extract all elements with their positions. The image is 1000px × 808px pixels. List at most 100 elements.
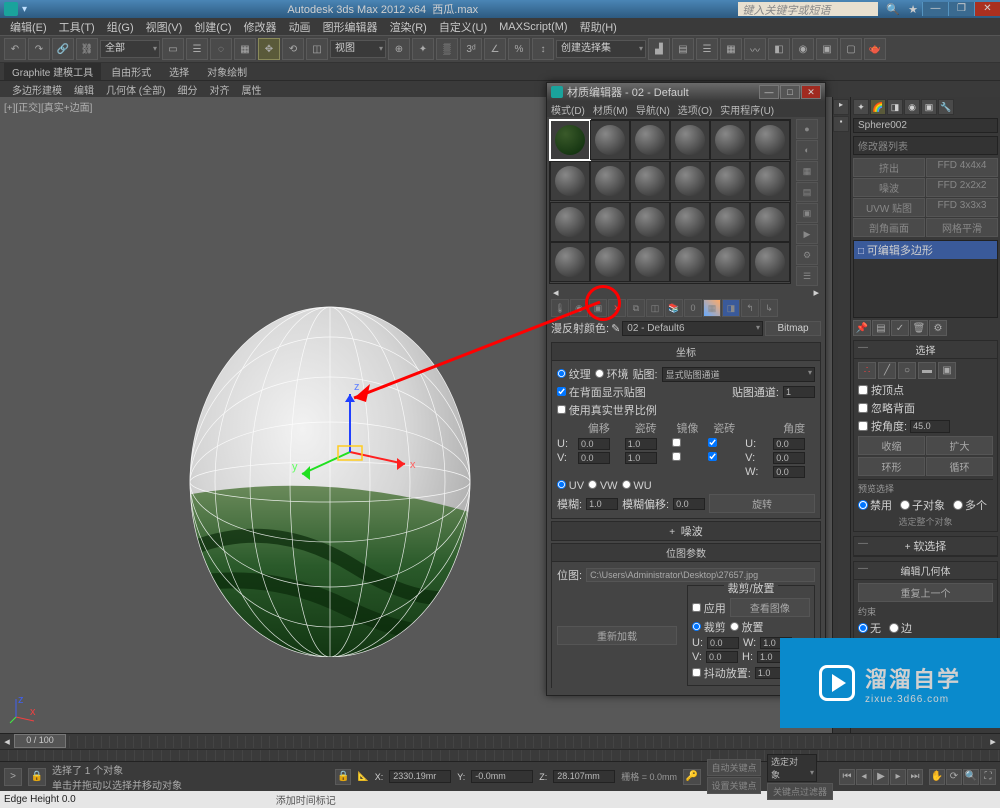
assign-to-sel-button[interactable]: ▣ [589, 299, 607, 317]
material-type-button[interactable]: Bitmap [765, 321, 821, 336]
radio-environ[interactable] [595, 369, 604, 378]
make-copy-button[interactable]: ⧉ [627, 299, 645, 317]
chk-by-vertex[interactable] [858, 385, 868, 395]
menu-grapheditor[interactable]: 图形编辑器 [317, 19, 384, 35]
subobj-edge[interactable]: ╱ [878, 362, 896, 379]
object-name-field[interactable] [853, 118, 998, 133]
subobj-poly[interactable]: ▬ [918, 362, 936, 379]
snap-button[interactable]: 3ᵈ [460, 38, 482, 60]
coord-x[interactable]: 2330.19mr [389, 770, 451, 783]
scale-button[interactable]: ◫ [306, 38, 328, 60]
strip-btn-1[interactable]: ▸ [833, 99, 849, 115]
menu-view[interactable]: 视图(V) [140, 19, 189, 35]
rotate-button[interactable]: 旋转 [709, 494, 815, 513]
select-by-mat-button[interactable]: ☰ [796, 266, 818, 286]
radio-vw[interactable] [588, 480, 597, 489]
strip-btn-2[interactable]: ▪ [833, 116, 849, 132]
btn-meshsmooth[interactable]: 网格平滑 [926, 218, 998, 237]
rollout-softsel-header[interactable]: + 软选择 [854, 537, 997, 556]
minimize-button[interactable]: — [922, 2, 948, 16]
stack-pin-button[interactable]: 📌 [853, 320, 871, 336]
select-button[interactable]: ▭ [162, 38, 184, 60]
stack-config-button[interactable]: ⚙ [929, 320, 947, 336]
stack-show-button[interactable]: ▤ [872, 320, 890, 336]
go-forward-button[interactable]: ↳ [760, 299, 778, 317]
mirror-button[interactable]: ▟ [648, 38, 670, 60]
subtab-polymodel[interactable]: 多边形建模 [6, 81, 68, 97]
menu-animation[interactable]: 动画 [283, 19, 317, 35]
chk-ignore-backface[interactable] [858, 403, 868, 413]
pick-color-icon[interactable]: ✎ [611, 322, 620, 335]
ref-coord-dropdown[interactable]: 视图 [330, 40, 386, 58]
btn-noise[interactable]: 噪波 [853, 178, 925, 197]
menu-group[interactable]: 组(G) [101, 19, 140, 35]
ribbon-graphite[interactable]: Graphite 建模工具 [4, 63, 101, 80]
subtab-geom[interactable]: 几何体 (全部) [100, 81, 171, 97]
sample-slot-13[interactable] [550, 202, 590, 242]
menu-create[interactable]: 创建(C) [188, 19, 237, 35]
favorite-icon[interactable]: ★ [908, 3, 918, 16]
btn-slice[interactable]: 剖角画面 [853, 218, 925, 237]
search-icon[interactable]: 🔍 [886, 3, 900, 16]
manip-button[interactable]: ✦ [412, 38, 434, 60]
mat-id-button[interactable]: 0 [684, 299, 702, 317]
background-button[interactable]: ▦ [796, 161, 818, 181]
go-parent-button[interactable]: ↰ [741, 299, 759, 317]
subtab-props[interactable]: 属性 [235, 81, 267, 97]
options-button[interactable]: ⚙ [796, 245, 818, 265]
material-title-bar[interactable]: 材质编辑器 - 02 - Default — □ ✕ [547, 83, 825, 101]
subtab-subdiv[interactable]: 细分 [171, 81, 203, 97]
ribbon-objpaint[interactable]: 对象绘制 [199, 63, 255, 80]
render-frame-button[interactable]: ▢ [840, 38, 862, 60]
play-prev-button[interactable]: ◂ [856, 769, 872, 785]
close-button[interactable]: ✕ [974, 2, 1000, 16]
v-tile[interactable]: 1.0 [625, 452, 657, 464]
radio-preview-off[interactable] [858, 500, 868, 510]
add-time-tag[interactable]: 添加时间标记 [276, 792, 336, 807]
selection-filter[interactable]: 全部 [100, 40, 160, 58]
mapping-mode-dropdown[interactable]: 显式贴图通道 [662, 367, 815, 382]
material-maximize-button[interactable]: □ [780, 85, 800, 99]
view-image-button[interactable]: 查看图像 [730, 598, 810, 617]
blur-spinner[interactable]: 1.0 [586, 498, 618, 510]
btn-loop[interactable]: 循环 [926, 457, 993, 476]
btn-ffd3[interactable]: FFD 3x3x3 [926, 198, 998, 217]
nav-orbit-button[interactable]: ⟳ [946, 769, 962, 785]
reset-map-button[interactable]: ✕ [608, 299, 626, 317]
u-tile[interactable]: 1.0 [625, 438, 657, 450]
keyfilter-button[interactable]: 关键点过滤器 [767, 783, 833, 800]
radio-preview-sub[interactable] [900, 500, 910, 510]
subobj-vertex[interactable]: ∴ [858, 362, 876, 379]
reload-button[interactable]: 重新加载 [557, 626, 677, 645]
make-preview-button[interactable]: ▶ [796, 224, 818, 244]
btn-ffd2[interactable]: FFD 2x2x2 [926, 178, 998, 197]
sample-slot-15[interactable] [630, 202, 670, 242]
v-tile-chk[interactable] [708, 452, 717, 461]
mat-menu-mode[interactable]: 模式(D) [551, 102, 585, 117]
show-in-viewport-button[interactable]: ▦ [703, 299, 721, 317]
sample-slot-23[interactable] [710, 242, 750, 282]
tab-hierarchy[interactable]: ◨ [887, 99, 903, 115]
material-minimize-button[interactable]: — [759, 85, 779, 99]
sample-slot-5[interactable] [710, 120, 750, 160]
play-button[interactable]: ▶ [873, 769, 889, 785]
sample-slot-6[interactable] [750, 120, 790, 160]
modifier-stack[interactable]: □ 可编辑多边形 [853, 240, 998, 318]
chk-show-back[interactable] [557, 387, 566, 396]
setkey-button[interactable]: 设置关键点 [707, 777, 761, 794]
rotate-button[interactable]: ⟲ [282, 38, 304, 60]
ribbon-button[interactable]: ▦ [720, 38, 742, 60]
time-slider[interactable]: ◂ 0 / 100 ▸ [0, 733, 1000, 749]
u-mirror[interactable] [672, 438, 681, 447]
subobj-border[interactable]: ○ [898, 362, 916, 379]
u-offset[interactable]: 0.0 [578, 438, 610, 450]
radio-wu[interactable] [622, 480, 631, 489]
keymode-button[interactable]: ▒ [436, 38, 458, 60]
selset-dropdown[interactable]: 选定对象 [767, 754, 817, 782]
backlight-button[interactable]: ◐ [796, 140, 818, 160]
tab-create[interactable]: ✦ [853, 99, 869, 115]
sample-slot-7[interactable] [550, 161, 590, 201]
play-next-button[interactable]: ▸ [890, 769, 906, 785]
play-end-button[interactable]: ⏭ [907, 769, 923, 785]
sample-slot-12[interactable] [750, 161, 790, 201]
